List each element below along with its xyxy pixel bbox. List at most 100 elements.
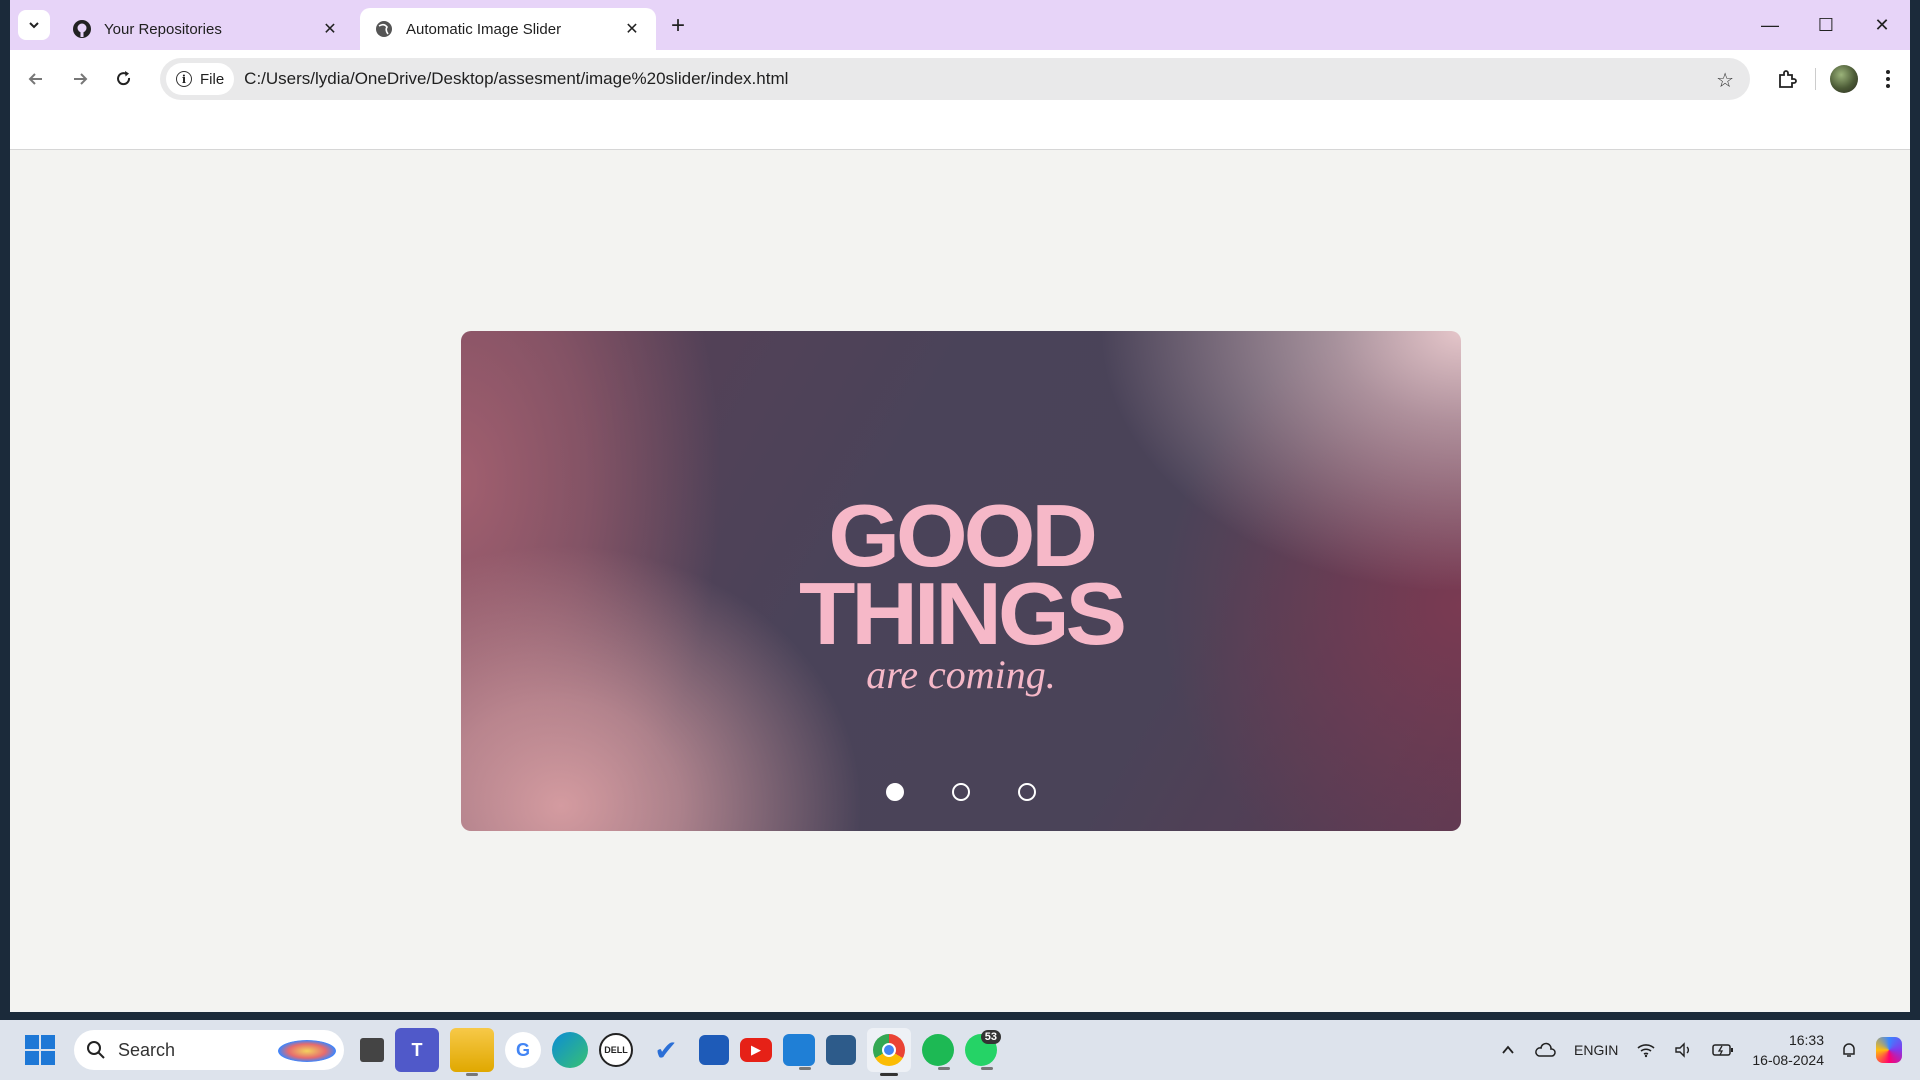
back-button[interactable]: [18, 61, 54, 97]
store-icon[interactable]: [699, 1035, 729, 1065]
plus-icon: +: [670, 12, 685, 39]
mysql-workbench-icon[interactable]: [826, 1035, 856, 1065]
clock-time: 16:33: [1788, 1032, 1824, 1048]
browser-toolbar: i File C:/Users/lydia/OneDrive/Desktop/a…: [10, 50, 1910, 108]
tab-strip: Your Repositories ✕ Automatic Image Slid…: [10, 0, 1910, 50]
browser-window: Your Repositories ✕ Automatic Image Slid…: [10, 0, 1910, 1012]
windows-start-button[interactable]: [20, 1030, 60, 1070]
toolbar-divider: [1815, 68, 1816, 90]
window-controls: — ☐ ✕: [1742, 0, 1910, 50]
slider-dots: [461, 783, 1461, 801]
teams-label: T: [411, 1039, 423, 1060]
minimize-icon: —: [1761, 14, 1779, 35]
spotify-icon[interactable]: [922, 1034, 954, 1070]
running-indicator: [880, 1073, 898, 1076]
onedrive-icon[interactable]: [1534, 1042, 1556, 1058]
forward-button[interactable]: [62, 61, 98, 97]
tab-title: Your Repositories: [104, 20, 222, 38]
slide-headline-line2: THINGS: [799, 564, 1127, 663]
slide-tagline: are coming.: [866, 652, 1056, 697]
notifications-icon[interactable]: [1840, 1041, 1858, 1059]
extensions-button[interactable]: [1765, 57, 1809, 101]
windows-logo-icon: [41, 1035, 55, 1049]
chrome-center: [882, 1043, 896, 1057]
file-explorer-icon[interactable]: [450, 1028, 494, 1076]
slider-dot-3[interactable]: [1018, 783, 1036, 801]
google-label: G: [515, 1039, 530, 1060]
volume-icon[interactable]: [1674, 1042, 1694, 1058]
windows-logo-icon: [25, 1035, 39, 1049]
dell-icon[interactable]: DELL: [599, 1033, 633, 1067]
dell-label: DELL: [604, 1045, 628, 1055]
puzzle-icon: [1779, 70, 1797, 88]
wifi-icon[interactable]: [1636, 1042, 1656, 1058]
site-info-label: File: [200, 70, 225, 88]
running-indicator: [981, 1067, 993, 1070]
taskbar: Search T G DELL ✔ ▶ 53 ENG IN 16:33 16-0…: [0, 1020, 1920, 1080]
info-icon: i: [176, 71, 192, 87]
search-icon: [87, 1041, 105, 1059]
site-info-chip[interactable]: i File: [166, 63, 235, 95]
todo-icon[interactable]: ✔: [644, 1028, 688, 1072]
copilot-logo: [1876, 1037, 1902, 1063]
image-slider: GOOD THINGS are coming.: [461, 331, 1461, 831]
clock-date: 16-08-2024: [1752, 1052, 1824, 1068]
maximize-button[interactable]: ☐: [1798, 0, 1854, 50]
bookmark-star-icon[interactable]: ☆: [1716, 68, 1734, 93]
google-icon[interactable]: G: [505, 1032, 541, 1068]
system-clock[interactable]: 16:33 16-08-2024: [1752, 1030, 1824, 1070]
url-text[interactable]: C:/Users/lydia/OneDrive/Desktop/assesmen…: [244, 69, 788, 89]
chrome-icon[interactable]: [867, 1028, 911, 1076]
search-label: Search: [118, 1039, 176, 1060]
todo-label: ✔: [654, 1034, 678, 1066]
windows-logo-icon: [25, 1051, 39, 1065]
system-tray: ENG IN 16:33 16-08-2024: [1500, 1020, 1920, 1080]
globe-icon: [374, 19, 394, 39]
slider-dot-2[interactable]: [952, 783, 970, 801]
taskbar-search[interactable]: Search: [74, 1030, 344, 1070]
search-highlight-icon: [278, 1040, 336, 1062]
reload-button[interactable]: [106, 61, 142, 97]
chrome-logo: [873, 1034, 905, 1066]
github-icon: [72, 19, 92, 39]
chevron-down-icon: [29, 22, 39, 29]
avatar: [1830, 65, 1858, 93]
address-bar[interactable]: i File C:/Users/lydia/OneDrive/Desktop/a…: [160, 58, 1750, 100]
language-code: ENG: [1574, 1042, 1605, 1058]
edge-icon[interactable]: [552, 1032, 588, 1068]
page-viewport: GOOD THINGS are coming.: [10, 150, 1910, 1012]
teams-icon[interactable]: T: [395, 1028, 439, 1072]
toolbar-right: [1765, 50, 1910, 108]
youtube-label: ▶: [751, 1042, 761, 1057]
running-indicator: [799, 1067, 811, 1070]
vscode-icon[interactable]: [783, 1034, 815, 1070]
running-indicator: [938, 1067, 950, 1070]
menu-button[interactable]: [1866, 57, 1910, 101]
slider-dot-1[interactable]: [886, 783, 904, 801]
bookmarks-bar: [10, 108, 1910, 150]
copilot-icon[interactable]: [1876, 1037, 1902, 1063]
whatsapp-icon[interactable]: 53: [965, 1030, 1001, 1070]
more-vertical-icon: [1886, 70, 1890, 88]
chevron-up-icon[interactable]: [1500, 1042, 1516, 1058]
region-code: IN: [1604, 1042, 1619, 1058]
new-tab-button[interactable]: +: [664, 12, 692, 40]
windows-logo-icon: [41, 1051, 55, 1065]
close-window-button[interactable]: ✕: [1854, 0, 1910, 50]
tab-your-repositories[interactable]: Your Repositories ✕: [58, 8, 354, 50]
close-icon[interactable]: ✕: [320, 19, 340, 39]
running-indicator: [466, 1073, 478, 1076]
close-icon[interactable]: ✕: [622, 19, 642, 39]
language-indicator[interactable]: ENG IN: [1574, 1041, 1618, 1059]
minimize-button[interactable]: —: [1742, 0, 1798, 50]
profile-button[interactable]: [1822, 57, 1866, 101]
battery-icon[interactable]: [1712, 1043, 1734, 1057]
arrow-left-icon: [28, 73, 42, 85]
tab-automatic-image-slider[interactable]: Automatic Image Slider ✕: [360, 8, 656, 50]
file-manager-icon[interactable]: [360, 1038, 384, 1062]
youtube-icon[interactable]: ▶: [740, 1038, 772, 1062]
tab-title: Automatic Image Slider: [406, 20, 562, 38]
notification-badge: 53: [980, 1030, 1001, 1044]
maximize-icon: ☐: [1817, 14, 1835, 35]
tab-search-button[interactable]: [18, 10, 50, 40]
